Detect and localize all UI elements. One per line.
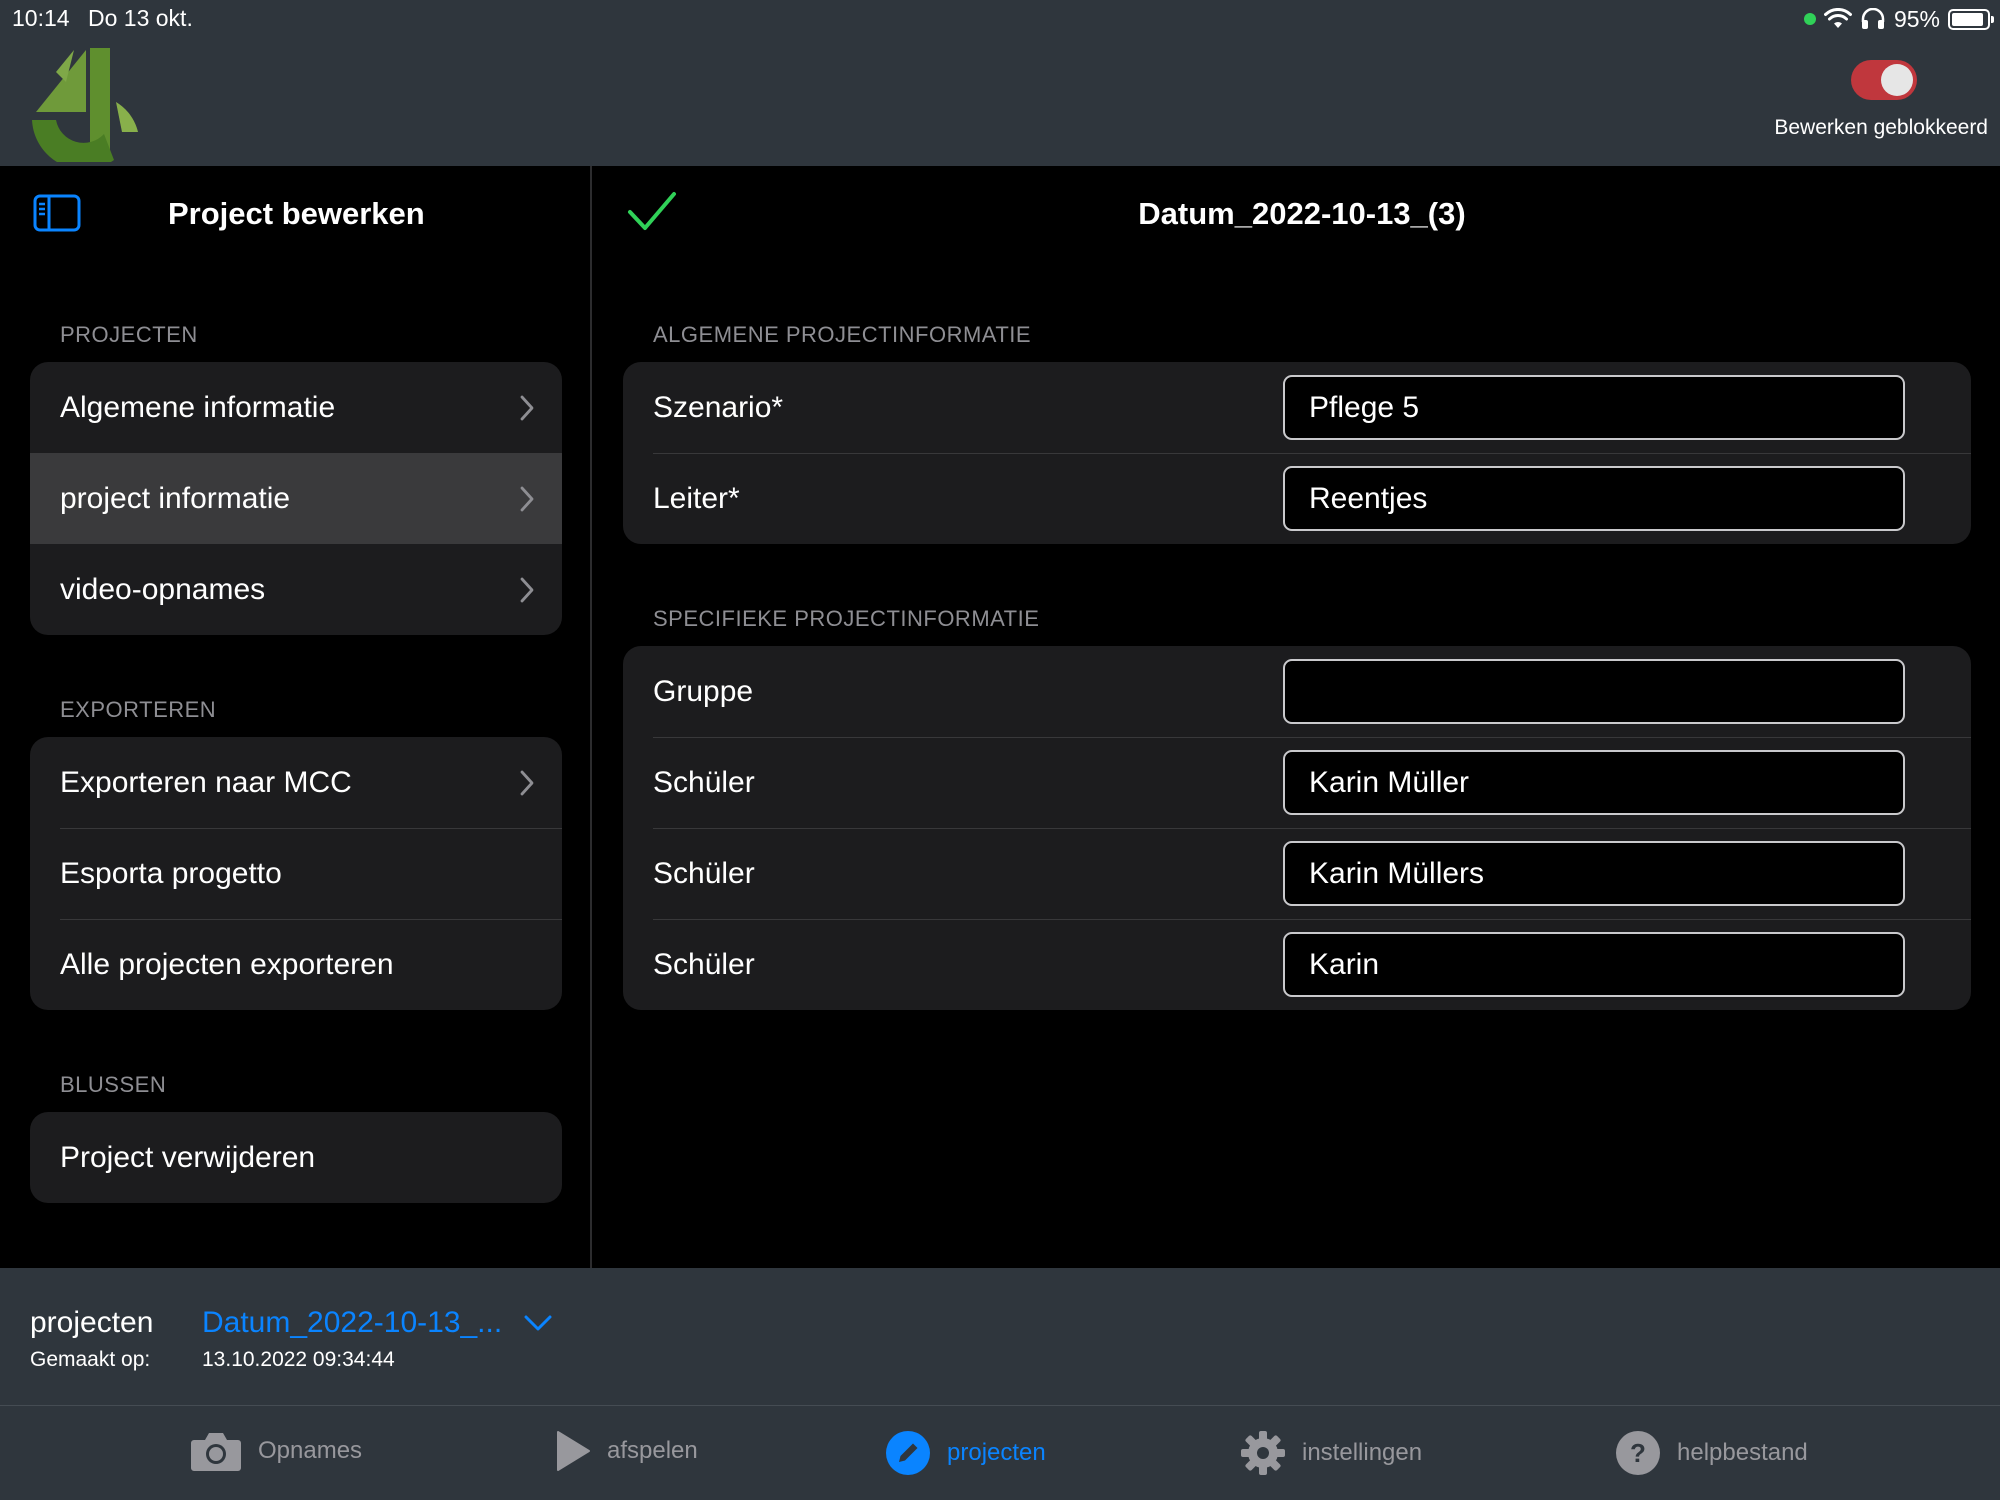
battery-icon — [1948, 8, 1994, 30]
field-label: Gruppe — [653, 674, 754, 708]
help-icon: ? — [1616, 1431, 1660, 1475]
edit-lock-toggle[interactable] — [1851, 60, 1917, 100]
tab-label: instellingen — [1302, 1439, 1423, 1466]
sidebar-item-alle-projecten-exporteren[interactable]: Alle projecten exporteren — [30, 919, 562, 1010]
sidebar-item-algemene-informatie[interactable]: Algemene informatie — [30, 362, 562, 453]
schueler-field-3[interactable] — [1283, 932, 1905, 997]
form-row-leiter: Leiter* — [623, 453, 1971, 544]
chevron-right-icon — [520, 486, 534, 512]
gruppe-field[interactable] — [1283, 659, 1905, 724]
edit-lock-label: Bewerken geblokkeerd — [1774, 116, 1988, 139]
detail-pane: Datum_2022-10-13_(3) ALGEMENE PROJECTINF… — [594, 166, 2000, 1268]
sidebar-item-label: Alle projecten exporteren — [60, 947, 394, 981]
section-label-exporteren: EXPORTEREN — [60, 697, 217, 722]
form-row-schueler-3: Schüler — [623, 919, 1971, 1010]
section-label-algemene: ALGEMENE PROJECTINFORMATIE — [653, 322, 1032, 347]
form-row-gruppe: Gruppe — [623, 646, 1971, 737]
created-label: Gemaakt op: — [30, 1348, 151, 1371]
tab-instellingen[interactable]: instellingen — [1240, 1430, 1422, 1476]
play-icon — [557, 1431, 590, 1471]
sidebar-item-label: video-opnames — [60, 572, 266, 606]
app-logo — [32, 48, 138, 162]
field-label: Leiter* — [653, 481, 740, 515]
form-row-schueler-2: Schüler — [623, 828, 1971, 919]
field-label: Szenario* — [653, 390, 784, 424]
chevron-down-icon — [524, 1315, 552, 1331]
sidebar-item-esporta-progetto[interactable]: Esporta progetto — [30, 828, 562, 919]
section-label-blussen: BLUSSEN — [60, 1072, 167, 1097]
tab-afspelen[interactable]: afspelen — [555, 1430, 698, 1472]
sidebar-item-label: Exporteren naar MCC — [60, 765, 352, 799]
projecten-group: Algemene informatie project informatie v… — [30, 362, 562, 635]
project-selector-value: Datum_2022-10-13_... — [202, 1306, 503, 1339]
field-label: Schüler — [653, 856, 755, 890]
svg-text:?: ? — [1630, 1438, 1646, 1468]
sidebar-title: Project bewerken — [168, 196, 425, 231]
section-label-specifieke: SPECIFIEKE PROJECTINFORMATIE — [653, 606, 1040, 631]
camera-icon — [191, 1433, 241, 1471]
schueler-field-1[interactable] — [1283, 750, 1905, 815]
chevron-right-icon — [520, 395, 534, 421]
tab-bar: Opnames afspelen projecten instellingen … — [0, 1406, 2000, 1500]
sidebar-item-label: Esporta progetto — [60, 856, 282, 890]
project-selector[interactable]: Datum_2022-10-13_... — [202, 1306, 552, 1340]
schueler-field-2[interactable] — [1283, 841, 1905, 906]
field-label: Schüler — [653, 765, 755, 799]
sidebar-item-project-verwijderen[interactable]: Project verwijderen — [30, 1112, 562, 1203]
created-date: 13.10.2022 09:34:44 — [202, 1348, 395, 1371]
status-time: 10:14 — [12, 5, 70, 31]
project-bar: projecten Gemaakt op: Datum_2022-10-13_.… — [0, 1268, 2000, 1406]
detail-title: Datum_2022-10-13_(3) — [1138, 196, 1466, 231]
toggle-knob — [1881, 64, 1913, 96]
battery-percentage: 95% — [1893, 5, 1940, 32]
specific-info-group: Gruppe Schüler Schüler Schüler — [623, 646, 1971, 1010]
tab-label: Opnames — [258, 1437, 363, 1464]
tab-helpbestand[interactable]: ? helpbestand — [1615, 1430, 1808, 1476]
sidebar-item-video-opnames[interactable]: video-opnames — [30, 544, 562, 635]
general-info-group: Szenario* Leiter* — [623, 362, 1971, 544]
headphones-icon — [1861, 8, 1885, 29]
tab-label: helpbestand — [1677, 1439, 1808, 1466]
tab-label: afspelen — [607, 1437, 698, 1464]
field-label: Schüler — [653, 947, 755, 981]
sidebar-item-label: Project verwijderen — [60, 1140, 316, 1174]
leiter-field[interactable] — [1283, 466, 1905, 531]
form-row-szenario: Szenario* — [623, 362, 1971, 453]
status-indicators: 95% — [1803, 5, 1994, 33]
sidebar: Project bewerken PROJECTEN Algemene info… — [0, 166, 592, 1268]
camera-in-use-indicator — [1803, 13, 1816, 25]
edit-icon — [886, 1431, 930, 1475]
project-label: projecten — [30, 1306, 154, 1339]
sidebar-toggle-icon[interactable] — [33, 194, 81, 232]
blussen-group: Project verwijderen — [30, 1112, 562, 1203]
sidebar-item-label: project informatie — [60, 481, 291, 515]
szenario-field[interactable] — [1283, 375, 1905, 440]
section-label-projecten: PROJECTEN — [60, 322, 198, 347]
status-date: Do 13 okt. — [88, 5, 193, 31]
chevron-right-icon — [520, 770, 534, 796]
wifi-icon — [1823, 8, 1852, 28]
exporteren-group: Exporteren naar MCC Esporta progetto All… — [30, 737, 562, 1010]
tab-projecten[interactable]: projecten — [885, 1430, 1046, 1476]
chevron-right-icon — [520, 577, 534, 603]
form-row-schueler-1: Schüler — [623, 737, 1971, 828]
top-header: 10:14 Do 13 okt. 95% Bewerken geblokkeer… — [0, 0, 2000, 166]
sidebar-item-label: Algemene informatie — [60, 390, 336, 424]
gear-icon — [1241, 1431, 1285, 1475]
sidebar-item-project-informatie[interactable]: project informatie — [30, 453, 562, 544]
sidebar-item-exporteren-naar-mcc[interactable]: Exporteren naar MCC — [30, 737, 562, 828]
tab-label: projecten — [947, 1439, 1046, 1466]
tab-opnames[interactable]: Opnames — [190, 1430, 362, 1472]
